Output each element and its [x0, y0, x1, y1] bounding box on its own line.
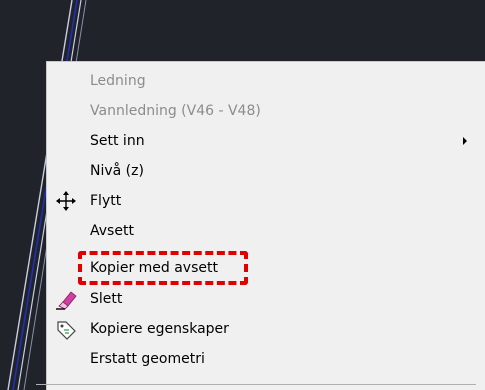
menu-item-label: Kopiere egenskaper: [90, 321, 229, 337]
context-menu: Ledning Vannledning (V46 - V48) Sett inn…: [46, 61, 485, 390]
menu-item-kopiere-egenskaper[interactable]: Kopiere egenskaper: [47, 314, 485, 344]
eraser-icon: [55, 288, 77, 310]
menu-item-flytt[interactable]: Flytt: [47, 186, 485, 216]
menu-item-label: Avsett: [90, 223, 134, 239]
menu-item-kopier-med-avsett[interactable]: Kopier med avsett: [47, 253, 485, 283]
menu-item-label: Nivå (z): [90, 163, 144, 179]
menu-item-avsett[interactable]: Avsett: [47, 216, 485, 246]
move-icon: [55, 190, 77, 212]
menu-item-label: Slett: [90, 291, 123, 307]
menu-item-niva[interactable]: Nivå (z): [47, 156, 485, 186]
tag-icon: [55, 318, 77, 340]
menu-item-slett[interactable]: Slett: [47, 284, 485, 314]
menu-item-label: Vannledning (V46 - V48): [90, 103, 261, 119]
menu-item-erstatt-geometri[interactable]: Erstatt geometri: [47, 344, 485, 374]
menu-item-sett-inn[interactable]: Sett inn: [47, 126, 485, 156]
menu-item-label: Kopier med avsett: [90, 260, 218, 276]
menu-item-label: Erstatt geometri: [90, 351, 205, 367]
menu-item-label: Flytt: [90, 193, 122, 209]
menu-item-label: Sett inn: [90, 133, 145, 149]
menu-item-ledning: Ledning: [47, 66, 485, 96]
menu-separator: [36, 384, 476, 385]
menu-item-label: Ledning: [90, 73, 146, 89]
submenu-arrow-icon: [463, 137, 467, 145]
menu-item-vannledning: Vannledning (V46 - V48): [47, 96, 485, 126]
